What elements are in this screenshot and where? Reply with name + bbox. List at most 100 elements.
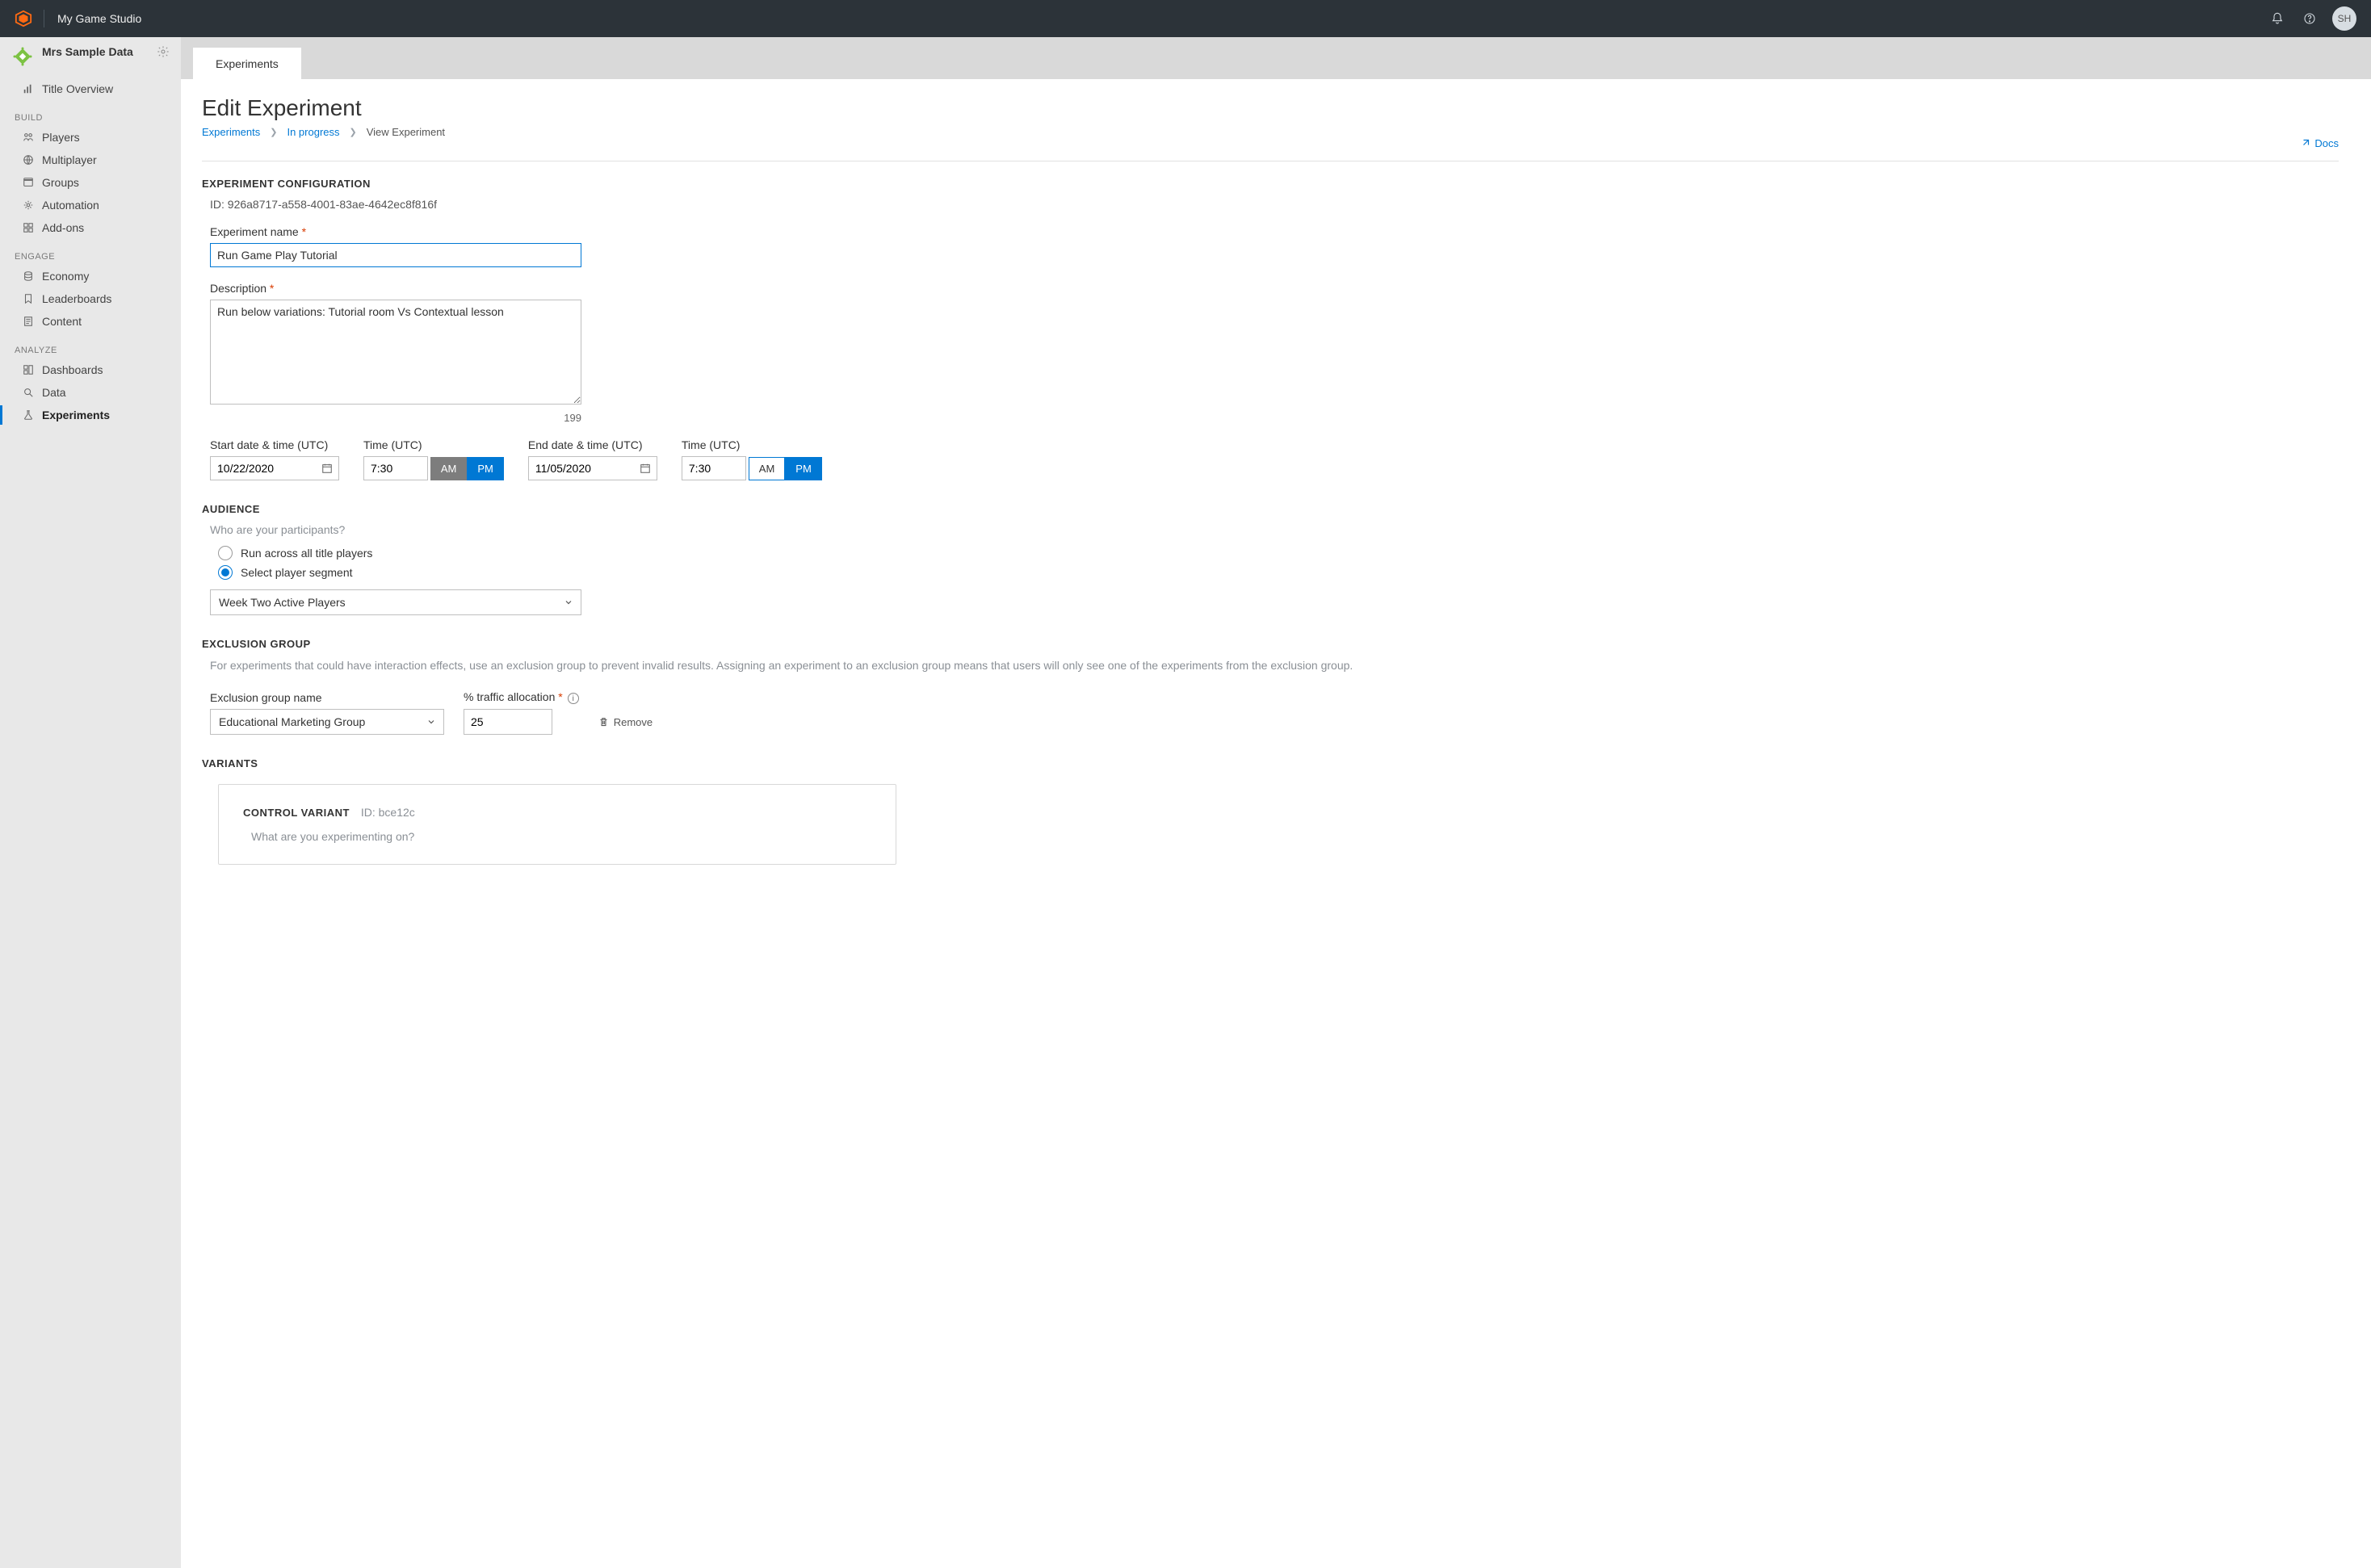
title-name: Mrs Sample Data [42, 45, 157, 60]
sidebar-group-build: BUILD [0, 100, 181, 126]
docs-label: Docs [2314, 137, 2339, 149]
breadcrumb-experiments[interactable]: Experiments [202, 126, 260, 138]
end-time-input[interactable] [682, 456, 746, 480]
section-heading: AUDIENCE [202, 503, 2339, 515]
sidebar-item-label: Content [42, 315, 82, 328]
radio-icon [218, 546, 233, 560]
external-link-icon [2300, 139, 2310, 149]
calendar-icon[interactable] [321, 463, 333, 474]
description-char-counter: 199 [210, 412, 581, 424]
start-date-label: Start date & time (UTC) [210, 438, 339, 451]
sidebar-nav: Title Overview BUILD Players Multiplayer… [0, 74, 181, 426]
bookmark-icon [19, 292, 37, 305]
sidebar-item-label: Leaderboards [42, 292, 111, 305]
dashboard-icon [19, 363, 37, 376]
radio-label: Run across all title players [241, 547, 372, 560]
tab-experiments[interactable]: Experiments [192, 47, 302, 80]
description-textarea[interactable] [210, 300, 581, 405]
notifications-icon[interactable] [2261, 2, 2293, 35]
section-variants: VARIANTS CONTROL VARIANT ID: bce12c What… [202, 757, 2339, 865]
segment-select[interactable]: Week Two Active Players [210, 589, 581, 615]
sidebar-item-addons[interactable]: Add-ons [0, 216, 181, 239]
chevron-right-icon: ❯ [270, 127, 277, 137]
chevron-right-icon: ❯ [350, 127, 357, 137]
description-label: Description * [210, 282, 2339, 295]
sidebar-item-economy[interactable]: Economy [0, 265, 181, 287]
control-variant-heading: CONTROL VARIANT [243, 807, 350, 819]
sidebar-item-label: Multiplayer [42, 153, 97, 166]
end-time-label: Time (UTC) [682, 438, 822, 451]
sidebar-item-players[interactable]: Players [0, 126, 181, 149]
remove-exclusion-button[interactable]: Remove [598, 716, 653, 735]
sidebar-item-label: Add-ons [42, 221, 84, 234]
section-audience: AUDIENCE Who are your participants? Run … [202, 503, 2339, 615]
start-date-input[interactable] [210, 456, 339, 480]
help-icon[interactable] [2293, 2, 2326, 35]
end-date-label: End date & time (UTC) [528, 438, 657, 451]
section-heading: VARIANTS [202, 757, 2339, 769]
remove-label: Remove [614, 716, 653, 728]
sidebar-item-label: Economy [42, 270, 89, 283]
studio-name[interactable]: My Game Studio [57, 12, 141, 25]
start-pm-toggle[interactable]: PM [467, 457, 504, 480]
chevron-down-icon [564, 597, 573, 607]
start-am-toggle[interactable]: AM [430, 457, 468, 480]
title-block[interactable]: Mrs Sample Data [0, 37, 181, 74]
breadcrumb: Experiments ❯ In progress ❯ View Experim… [202, 126, 2339, 138]
end-am-toggle[interactable]: AM [749, 457, 786, 480]
start-time-label: Time (UTC) [363, 438, 504, 451]
select-value: Educational Marketing Group [219, 715, 365, 728]
tab-bar: Experiments [181, 37, 2371, 79]
radio-icon [218, 565, 233, 580]
variant-question: What are you experimenting on? [251, 830, 871, 843]
section-exclusion-group: EXCLUSION GROUP For experiments that cou… [202, 638, 2339, 735]
sidebar-item-title-overview[interactable]: Title Overview [0, 78, 181, 100]
sidebar: Mrs Sample Data Title Overview BUILD Pla… [0, 37, 181, 1568]
experiment-name-input[interactable] [210, 243, 581, 267]
control-variant-card: CONTROL VARIANT ID: bce12c What are you … [218, 784, 896, 865]
experiment-id: ID: 926a8717-a558-4001-83ae-4642ec8f816f [210, 198, 2339, 211]
exclusion-group-select[interactable]: Educational Marketing Group [210, 709, 444, 735]
docs-link[interactable]: Docs [2300, 137, 2339, 149]
sidebar-item-groups[interactable]: Groups [0, 171, 181, 194]
info-icon[interactable]: i [568, 693, 579, 704]
flask-icon [19, 409, 37, 421]
sidebar-item-content[interactable]: Content [0, 310, 181, 333]
chevron-down-icon [426, 717, 436, 727]
content-area: Edit Experiment Experiments ❯ In progres… [181, 79, 2371, 1568]
sidebar-item-automation[interactable]: Automation [0, 194, 181, 216]
radio-all-players[interactable]: Run across all title players [218, 546, 2339, 560]
sidebar-group-analyze: ANALYZE [0, 333, 181, 358]
sidebar-item-label: Title Overview [42, 82, 113, 95]
end-pm-toggle[interactable]: PM [785, 457, 822, 480]
control-variant-id: ID: bce12c [361, 806, 415, 819]
traffic-allocation-input[interactable] [464, 709, 552, 735]
globe-icon [19, 153, 37, 166]
start-time-input[interactable] [363, 456, 428, 480]
experiment-name-label: Experiment name * [210, 225, 2339, 238]
traffic-allocation-label: % traffic allocation *i [464, 690, 579, 705]
addons-icon [19, 221, 37, 234]
content-icon [19, 315, 37, 328]
sidebar-item-data[interactable]: Data [0, 381, 181, 404]
breadcrumb-in-progress[interactable]: In progress [287, 126, 339, 138]
sidebar-item-experiments[interactable]: Experiments [0, 404, 181, 426]
calendar-icon[interactable] [640, 463, 651, 474]
sidebar-item-multiplayer[interactable]: Multiplayer [0, 149, 181, 171]
chart-bar-icon [19, 82, 37, 95]
sidebar-item-dashboards[interactable]: Dashboards [0, 358, 181, 381]
sidebar-group-engage: ENGAGE [0, 239, 181, 265]
economy-icon [19, 270, 37, 283]
sidebar-item-label: Automation [42, 199, 99, 212]
sidebar-item-label: Players [42, 131, 80, 144]
players-icon [19, 131, 37, 144]
user-avatar[interactable]: SH [2332, 6, 2356, 31]
end-date-input[interactable] [528, 456, 657, 480]
sidebar-item-label: Dashboards [42, 363, 103, 376]
gear-icon[interactable] [157, 45, 170, 58]
radio-select-segment[interactable]: Select player segment [218, 565, 2339, 580]
section-experiment-configuration: EXPERIMENT CONFIGURATION ID: 926a8717-a5… [202, 178, 2339, 480]
automation-icon [19, 199, 37, 212]
search-icon [19, 386, 37, 399]
sidebar-item-leaderboards[interactable]: Leaderboards [0, 287, 181, 310]
